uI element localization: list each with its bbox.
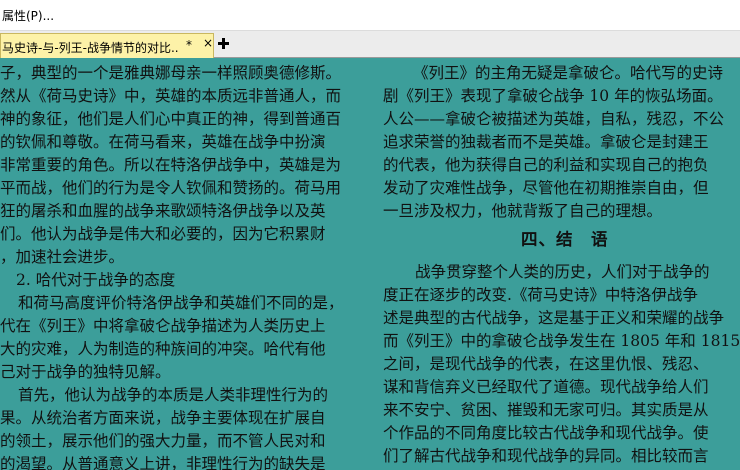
text-line: 然从《荷马史诗》中，英雄的本质远非普通人，而 [0, 87, 342, 105]
text-line: 《列王》的主角无疑是拿破仑。哈代写的史诗 [413, 64, 724, 82]
menu-bar: 属性(P)... [0, 0, 740, 31]
text-line: 述是典型的古代战争，这是基于正义和荣耀的战争 [383, 309, 725, 327]
text-line: 的钦佩和尊敬。在荷马看来，英雄在战争中扮演 [0, 133, 326, 151]
tab-document[interactable]: 马史诗-与-列王-战争情节的对比.. * × [0, 33, 214, 58]
text-line: 的领土，展示他们的强大力量，而不管人民对和 [0, 432, 326, 450]
text-line: 们。他认为战争是伟大和必要的，因为它积累财 [0, 225, 326, 243]
text-line: 谋和背信弃义已经取代了道德。现代战争给人们 [383, 378, 709, 396]
text-line: 们了解古代战争和现代战争的异同。相比较而言 [383, 447, 709, 465]
text-line: 的渴望。从普通意义上讲，非理性行为的缺失是 [0, 455, 326, 470]
text-line: 代在《列王》中将拿破仑战争描述为人类历史上 [0, 317, 326, 335]
section-heading: 2. 哈代对于战争的态度 [16, 271, 176, 289]
text-line: 发动了灾难性战争，尽管他在初期推崇自由，但 [383, 179, 709, 197]
tab-title: 马史诗-与-列王-战争情节的对比.. [2, 41, 179, 55]
properties-menu-item[interactable]: 属性(P)... [2, 7, 54, 24]
text-line: 果。从统治者方面来说，战争主要体现在扩展自 [0, 409, 326, 427]
text-line: 神的象征，他们是人们心中真正的神，得到普通百 [0, 110, 342, 128]
text-line: 而《列王》中的拿破仑战争发生在 1805 年和 1815 [383, 332, 740, 350]
text-line: 非常重要的角色。所以在特洛伊战争中，英雄是为 [0, 156, 342, 174]
text-line: 一旦涉及权力，他就背叛了自己的理想。 [383, 202, 663, 220]
text-line: 首先，他认为战争的本质是人类非理性行为的 [18, 386, 329, 404]
text-line: 度正在逐步的改变.《荷马史诗》中特洛伊战争 [383, 286, 698, 304]
text-line: 之间，是现代战争的代表，在这里仇恨、残忍、 [383, 355, 709, 373]
text-line: 战争贯穿整个人类的历史，人们对于战争的 [415, 263, 710, 281]
left-page: 子，典型的一个是雅典娜母亲一样照顾奥德修斯。 然从《荷马史诗》中，英雄的本质远非… [0, 58, 370, 470]
section-heading: 四、结 语 [521, 230, 609, 249]
text-line: 追求荣誉的独裁者而不是英雄。拿破仑是封建王 [383, 133, 709, 151]
text-line: 来不安宁、贫困、摧毁和无家可归。其实质是从 [383, 401, 709, 419]
text-line: ，加速社会进步。 [0, 248, 125, 266]
text-line: 和荷马高度评价特洛伊战争和英雄们不同的是， [18, 294, 344, 312]
text-line: 的代表，他为获得自己的利益和实现自己的抱负 [383, 156, 709, 174]
plus-icon[interactable] [217, 37, 232, 52]
text-line: 剧《列王》表现了拿破仑战争 10 年的恢弘场面。 [383, 87, 723, 105]
text-line: 己对于战争的独特见解。 [0, 363, 171, 381]
right-page: 《列王》的主角无疑是拿破仑。哈代写的史诗 剧《列王》表现了拿破仑战争 10 年的… [383, 58, 740, 470]
tab-bar: 马史诗-与-列王-战争情节的对比.. * × [0, 31, 740, 58]
text-line: 子，典型的一个是雅典娜母亲一样照顾奥德修斯。 [0, 64, 342, 82]
text-line: 人公——拿破仑被描述为英雄，自私，残忍，不公 [383, 110, 725, 128]
text-line: 大的灾难，人为制造的种族间的冲突。哈代有他 [0, 340, 326, 358]
text-line: 个作品的不同角度比较古代战争和现代战争。使 [383, 424, 709, 442]
close-icon[interactable]: × [203, 36, 213, 50]
text-line: 狂的屠杀和血腥的战争来歌颂特洛伊战争以及英 [0, 202, 326, 220]
modified-indicator: * [186, 38, 192, 52]
text-line: 平而战，他们的行为是令人钦佩和赞扬的。荷马用 [0, 179, 342, 197]
